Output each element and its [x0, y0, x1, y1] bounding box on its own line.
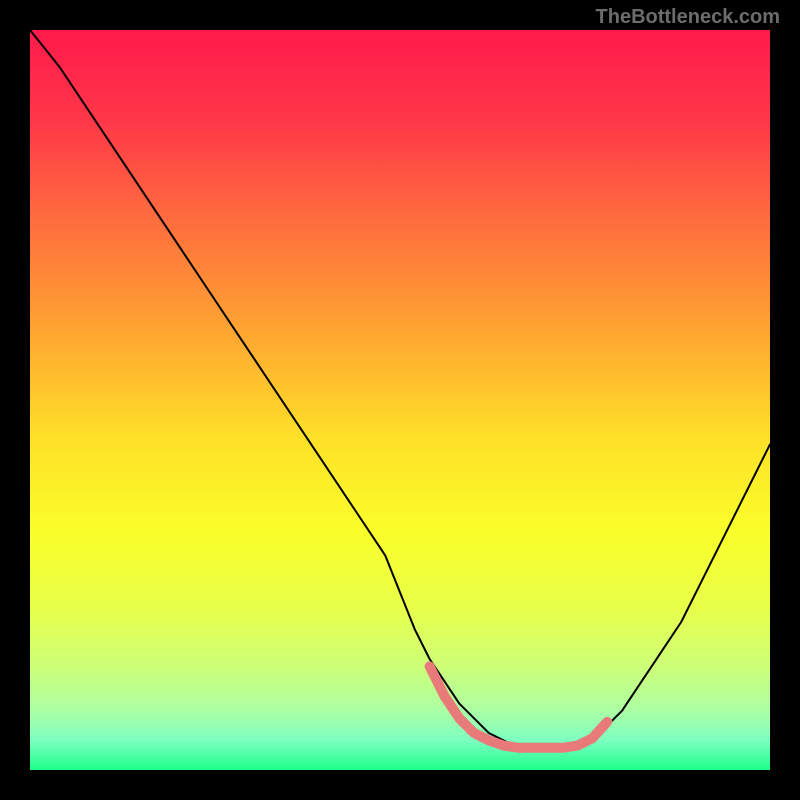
chart-plot-area: [30, 30, 770, 770]
watermark: TheBottleneck.com: [596, 6, 780, 29]
chart-svg: [30, 30, 770, 770]
bottleneck-curve: [30, 30, 770, 748]
optimum-band: [430, 666, 608, 747]
chart-frame: TheBottleneck.com: [0, 0, 800, 800]
